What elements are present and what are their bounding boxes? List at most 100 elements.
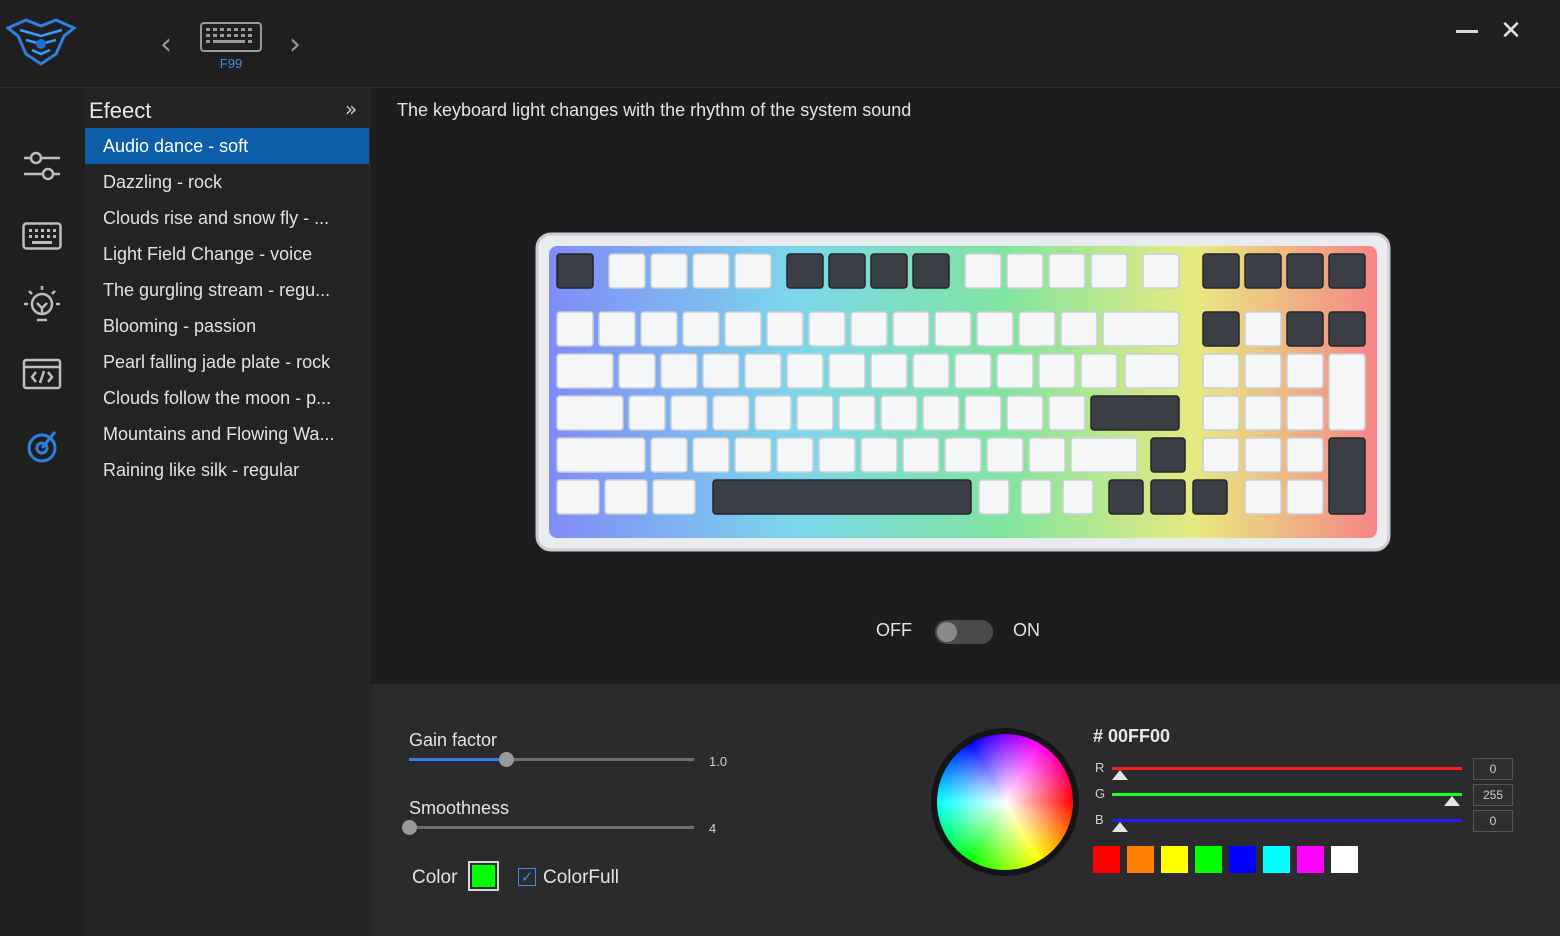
- effect-item[interactable]: Dazzling - rock: [85, 164, 369, 200]
- keycap: [808, 311, 846, 347]
- color-wheel[interactable]: [931, 728, 1079, 876]
- keycap: [1018, 311, 1056, 347]
- minimize-icon[interactable]: [1456, 28, 1478, 34]
- preset-color-swatch[interactable]: [1161, 846, 1188, 873]
- preset-color-row: [1093, 846, 1358, 873]
- keycap: [754, 395, 792, 431]
- keycap: [934, 311, 972, 347]
- keycap: [954, 353, 992, 389]
- preset-color-swatch[interactable]: [1093, 846, 1120, 873]
- preset-color-swatch[interactable]: [1195, 846, 1222, 873]
- preset-color-swatch[interactable]: [1331, 846, 1358, 873]
- effect-item[interactable]: Pearl falling jade plate - rock: [85, 344, 369, 380]
- green-channel-row: G 255: [1095, 784, 1515, 806]
- lightbulb-icon[interactable]: [20, 284, 64, 324]
- keycap: [556, 353, 614, 389]
- preset-color-swatch[interactable]: [1297, 846, 1324, 873]
- keycap: [598, 311, 636, 347]
- gain-factor-slider[interactable]: [409, 752, 694, 767]
- keycap: [1328, 253, 1366, 289]
- keycap: [640, 311, 678, 347]
- keycap: [1202, 437, 1240, 473]
- keyboard-icon[interactable]: [20, 216, 64, 256]
- effect-item[interactable]: Clouds rise and snow fly - ...: [85, 200, 369, 236]
- keycap: [1286, 353, 1324, 389]
- red-slider[interactable]: [1112, 767, 1462, 780]
- keycap: [922, 395, 960, 431]
- keycap: [744, 353, 782, 389]
- green-thumb[interactable]: [1444, 796, 1460, 806]
- keycap: [1286, 437, 1324, 473]
- blue-slider[interactable]: [1112, 819, 1462, 832]
- gain-factor-value: 1.0: [709, 754, 728, 769]
- effect-item[interactable]: Raining like silk - regular: [85, 452, 369, 488]
- sound-icon[interactable]: [20, 426, 64, 466]
- keycap: [556, 311, 594, 347]
- keycap: [1020, 479, 1052, 515]
- keycap: [650, 437, 688, 473]
- keycap: [712, 479, 972, 515]
- macro-code-icon[interactable]: [20, 354, 64, 394]
- keycap: [1244, 353, 1282, 389]
- keycap: [828, 353, 866, 389]
- smoothness-thumb[interactable]: [402, 820, 417, 835]
- gain-factor-thumb[interactable]: [498, 752, 514, 767]
- effect-item[interactable]: Blooming - passion: [85, 308, 369, 344]
- keycap: [892, 311, 930, 347]
- keycap: [670, 395, 708, 431]
- blue-thumb[interactable]: [1112, 822, 1128, 832]
- device-selector[interactable]: F99: [200, 22, 262, 71]
- keycap: [1150, 437, 1186, 473]
- smoothness-slider[interactable]: [402, 820, 694, 835]
- keycap: [880, 395, 918, 431]
- effect-item[interactable]: Mountains and Flowing Wa...: [85, 416, 369, 452]
- effect-item[interactable]: Clouds follow the moon - p...: [85, 380, 369, 416]
- color-wheel-gradient[interactable]: [937, 734, 1073, 870]
- keycap: [1286, 253, 1324, 289]
- keycap: [650, 253, 688, 289]
- preset-color-swatch[interactable]: [1229, 846, 1256, 873]
- keycap: [766, 311, 804, 347]
- current-color-swatch[interactable]: [468, 861, 499, 891]
- toggle-on-label: ON: [1013, 620, 1040, 640]
- red-thumb[interactable]: [1112, 770, 1128, 780]
- colorfull-checkbox[interactable]: ✓: [518, 868, 536, 886]
- side-nav: [0, 88, 85, 936]
- effect-on-off-toggle[interactable]: [935, 620, 993, 644]
- keycap: [996, 353, 1034, 389]
- keycap: [724, 311, 762, 347]
- keycap: [1038, 353, 1076, 389]
- sliders-icon[interactable]: [20, 146, 64, 186]
- color-label: Color: [412, 867, 458, 888]
- aula-spider-logo-icon: [5, 14, 77, 66]
- keycap: [734, 437, 772, 473]
- blue-value-input[interactable]: 0: [1473, 810, 1513, 832]
- effect-item[interactable]: The gurgling stream - regu...: [85, 272, 369, 308]
- close-icon[interactable]: ✕: [1500, 18, 1522, 44]
- keycap: [902, 437, 940, 473]
- effect-toggle-group: OFF ON: [876, 618, 1056, 644]
- keycap: [976, 311, 1014, 347]
- keycap: [1192, 479, 1228, 515]
- keycap: [556, 253, 594, 289]
- current-color-fill: [472, 865, 495, 887]
- effect-item[interactable]: Audio dance - soft: [85, 128, 369, 164]
- preset-color-swatch[interactable]: [1127, 846, 1154, 873]
- prev-device-button[interactable]: ‹: [154, 30, 178, 60]
- effect-panel-title: Efeect: [89, 98, 152, 123]
- keyboard-device-icon: [200, 22, 262, 52]
- keycap: [556, 437, 646, 473]
- keycap: [1006, 253, 1044, 289]
- effect-item[interactable]: Light Field Change - voice: [85, 236, 369, 272]
- red-value-input[interactable]: 0: [1473, 758, 1513, 780]
- effect-settings: Gain factor 1.0 Smoothness 4 Color ✓ Col…: [371, 684, 1560, 936]
- keycap: [1202, 353, 1240, 389]
- green-value-input[interactable]: 255: [1473, 784, 1513, 806]
- preset-color-swatch[interactable]: [1263, 846, 1290, 873]
- green-slider[interactable]: [1112, 793, 1462, 806]
- device-name: F99: [219, 56, 243, 71]
- collapse-panel-button[interactable]: »: [345, 98, 365, 120]
- next-device-button[interactable]: ›: [283, 30, 307, 60]
- keycap: [1202, 253, 1240, 289]
- keycap: [828, 253, 866, 289]
